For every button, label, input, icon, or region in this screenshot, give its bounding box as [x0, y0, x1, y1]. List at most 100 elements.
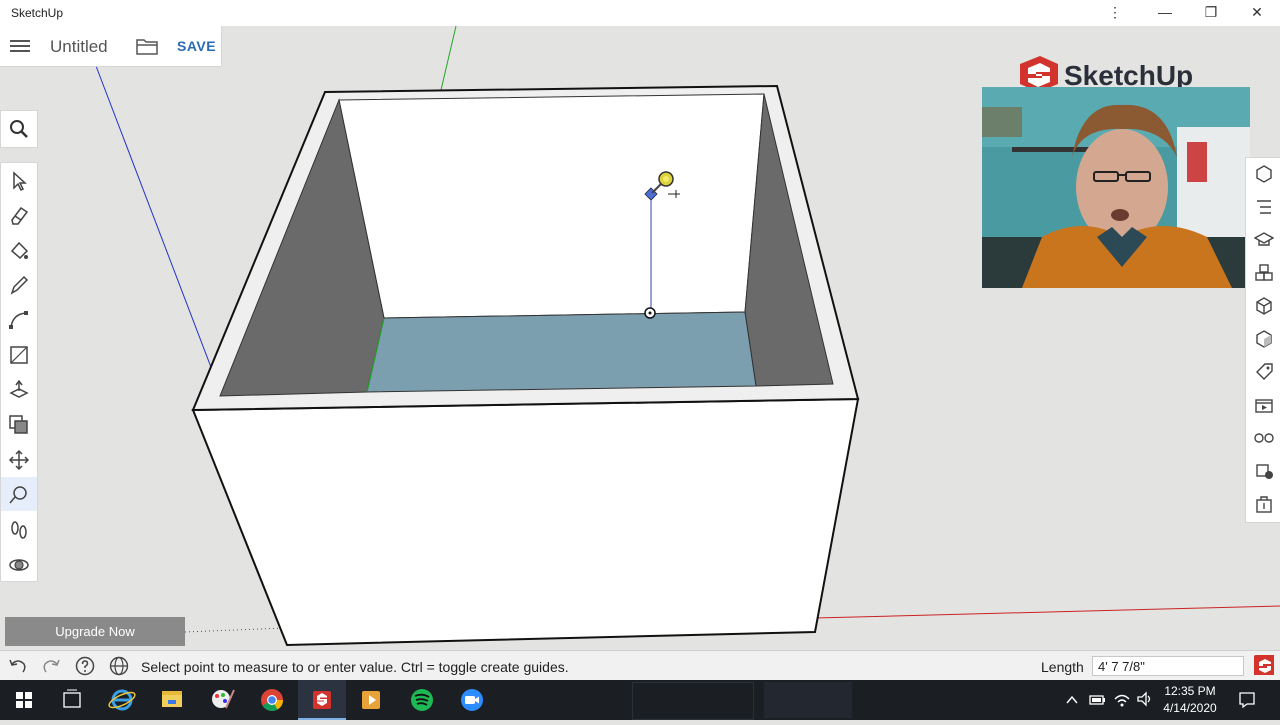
taskbar-window-thumb-2: [764, 682, 852, 718]
display-icon[interactable]: [1254, 428, 1274, 448]
restore-button[interactable]: ❐: [1188, 0, 1234, 26]
zoom-icon: [461, 689, 483, 711]
more-options-icon[interactable]: ⋮: [1092, 0, 1138, 26]
sketchup-app-icon[interactable]: [1254, 655, 1274, 675]
instructor-icon[interactable]: [1254, 230, 1274, 250]
taskbar-chrome[interactable]: [248, 680, 296, 720]
box-floor[interactable]: [366, 311, 757, 393]
push-pull-icon: [9, 379, 29, 398]
measure-start-dot: [648, 311, 652, 315]
footprints-icon: [11, 521, 27, 539]
tape-measure-icon: [9, 486, 27, 504]
notification-center-icon[interactable]: [1238, 691, 1256, 709]
file-explorer-icon: [162, 691, 182, 707]
show-hidden-icons-icon[interactable]: [1064, 692, 1080, 708]
offset-tool[interactable]: [1, 407, 37, 441]
window-title: SketchUp: [11, 6, 64, 20]
chrome-icon: [261, 689, 283, 711]
internet-explorer-icon: [108, 689, 136, 711]
file-header: Untitled SAVE: [0, 26, 222, 67]
arc-tool[interactable]: [1, 302, 37, 336]
taskbar-internet-explorer[interactable]: [98, 680, 146, 720]
close-button[interactable]: ✕: [1234, 0, 1280, 26]
battery-icon[interactable]: [1089, 692, 1107, 708]
open-folder-icon[interactable]: [136, 37, 158, 55]
document-title[interactable]: Untitled: [50, 37, 108, 57]
select-tool[interactable]: [1, 163, 37, 197]
eraser-tool[interactable]: [1, 197, 37, 231]
paint-bucket-icon: [10, 241, 29, 260]
upgrade-now-button[interactable]: Upgrade Now: [5, 617, 185, 646]
shape-tool[interactable]: [1, 337, 37, 371]
spotify-icon: [411, 689, 433, 711]
styles-icon[interactable]: [1254, 329, 1274, 349]
task-view-icon: [63, 689, 81, 708]
paint-app-icon: [212, 689, 235, 709]
offset-icon: [9, 415, 28, 434]
task-view-button[interactable]: [48, 680, 96, 720]
box-front-face[interactable]: [191, 397, 860, 647]
push-pull-tool[interactable]: [1, 372, 37, 406]
walk-tool[interactable]: [1, 512, 37, 546]
taskbar-sketchup[interactable]: [298, 680, 346, 720]
redo-icon[interactable]: [41, 656, 61, 676]
save-button[interactable]: SAVE: [177, 38, 216, 54]
length-label: Length: [1041, 659, 1084, 675]
eraser-icon: [11, 206, 29, 225]
blue-axis: [95, 65, 223, 397]
wifi-icon[interactable]: [1113, 690, 1131, 708]
sketchup-taskbar-icon: [313, 691, 331, 709]
system-clock[interactable]: 12:35 PM 4/14/2020: [1150, 683, 1230, 717]
taskbar-paint[interactable]: [198, 680, 246, 720]
length-input[interactable]: [1092, 656, 1244, 676]
taskbar-window-thumb-1: [632, 682, 754, 720]
windows-taskbar: 12:35 PM 4/14/2020: [0, 680, 1280, 720]
minimize-button[interactable]: —: [1142, 0, 1188, 26]
pencil-icon: [10, 275, 29, 295]
entity-info-icon[interactable]: [1254, 164, 1274, 184]
title-bar: SketchUp ⋮ — ❐ ✕: [0, 0, 1280, 26]
webcam-overlay: [982, 87, 1250, 288]
status-bar: Select point to measure to or enter valu…: [0, 650, 1280, 681]
right-panel-bar: [1245, 157, 1280, 523]
pencil-tool[interactable]: [1, 267, 37, 301]
hamburger-menu-icon[interactable]: [10, 37, 30, 55]
clock-time: 12:35 PM: [1164, 684, 1216, 698]
box-back-wall[interactable]: [338, 93, 765, 319]
outliner-icon[interactable]: [1254, 197, 1274, 217]
arc-icon: [9, 311, 28, 329]
taskbar-media-player[interactable]: [348, 680, 396, 720]
globe-icon[interactable]: [109, 656, 129, 676]
left-toolbar: [0, 162, 38, 582]
clock-date: 4/14/2020: [1163, 701, 1217, 715]
paint-bucket-tool[interactable]: [1, 232, 37, 266]
taskbar-file-explorer[interactable]: [148, 680, 196, 720]
shadows-icon[interactable]: [1254, 461, 1274, 481]
media-player-icon: [362, 691, 380, 709]
status-message: Select point to measure to or enter valu…: [141, 659, 569, 675]
help-icon[interactable]: [75, 656, 95, 676]
red-axis: [814, 605, 1280, 619]
orbit-tool[interactable]: [1, 547, 37, 581]
scenes-icon[interactable]: [1254, 395, 1274, 415]
green-axis: [440, 26, 457, 91]
tags-icon[interactable]: [1254, 362, 1274, 382]
components-icon[interactable]: [1254, 263, 1274, 283]
webcam-video-frame: [982, 87, 1250, 288]
tape-measure-tool[interactable]: [1, 477, 37, 511]
undo-icon[interactable]: [8, 656, 28, 676]
select-arrow-icon: [13, 171, 27, 192]
taskbar-spotify[interactable]: [398, 680, 446, 720]
start-button[interactable]: [0, 680, 48, 720]
windows-logo-icon: [16, 692, 32, 708]
solid-inspector-icon[interactable]: [1254, 494, 1274, 514]
search-button[interactable]: [0, 110, 38, 148]
move-tool[interactable]: [1, 442, 37, 476]
move-icon: [8, 449, 30, 471]
red-axis-hidden: [184, 627, 286, 633]
materials-icon[interactable]: [1254, 296, 1274, 316]
orbit-icon: [9, 559, 29, 571]
taskbar-zoom[interactable]: [448, 680, 496, 720]
search-icon: [10, 120, 28, 138]
rectangle-icon: [10, 346, 28, 364]
